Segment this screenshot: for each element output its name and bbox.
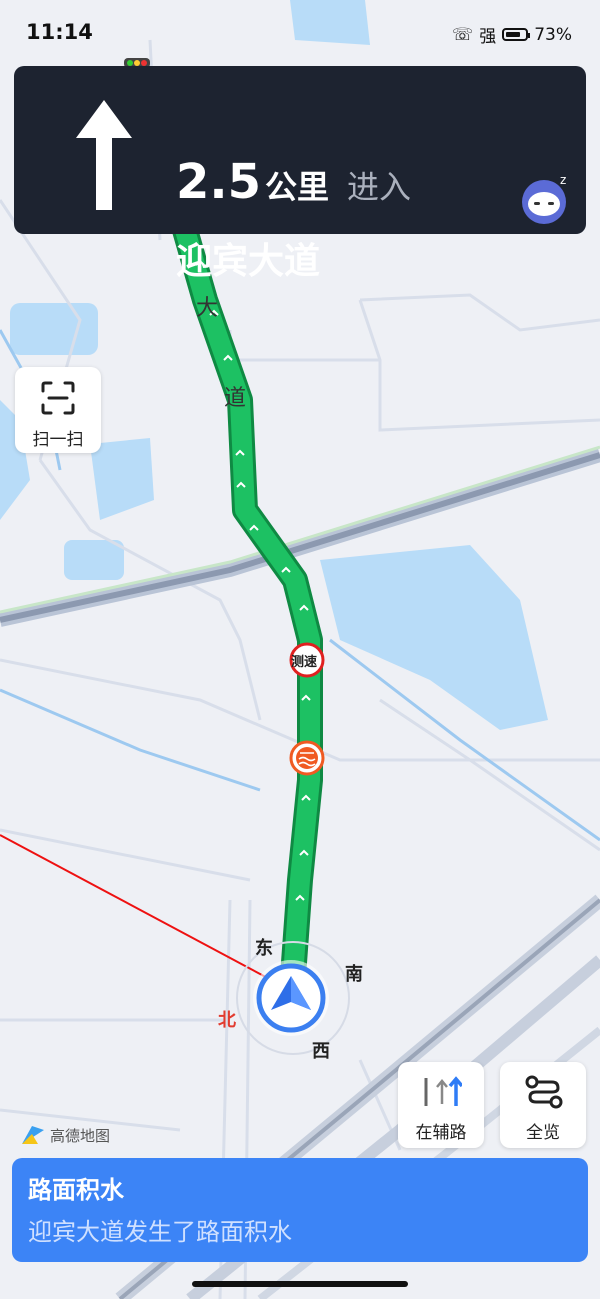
aux-road-icon: [424, 1076, 462, 1106]
compass-south: 南: [345, 964, 363, 985]
road-alert-banner[interactable]: 路面积水 迎宾大道发生了路面积水: [12, 1158, 588, 1262]
scan-button[interactable]: 扫一扫: [15, 367, 101, 453]
voice-assistant-icon[interactable]: z: [516, 170, 574, 228]
aux-road-label: 在辅路: [415, 1123, 467, 1143]
scan-button-label: 扫一扫: [32, 430, 84, 450]
route-overview-icon: [525, 1075, 563, 1109]
action-label: 进入: [347, 168, 412, 206]
home-indicator[interactable]: [192, 1281, 408, 1287]
overview-label: 全览: [526, 1123, 560, 1143]
current-location-icon: [253, 960, 329, 1036]
next-road-name: 迎宾大道: [176, 241, 321, 282]
aux-road-button[interactable]: 在辅路: [398, 1062, 484, 1148]
distance-unit: 公里: [265, 168, 330, 206]
amap-logo: 高德地图: [20, 1124, 110, 1146]
scan-icon: [41, 381, 75, 415]
phone-icon: ☏: [451, 24, 474, 45]
compass-east: 东: [255, 938, 273, 959]
straight-arrow-icon: [76, 100, 132, 210]
distance-line: 2.5 公里 进入: [176, 154, 411, 210]
battery-icon: [502, 28, 531, 41]
speed-camera-label: 测速: [291, 655, 318, 670]
status-bar: 11:14 ☏ 强 73%: [0, 0, 600, 64]
overview-button[interactable]: 全览: [500, 1062, 586, 1148]
amap-logo-text: 高德地图: [50, 1126, 111, 1145]
road-label-dao: 道: [224, 386, 247, 411]
road-label-da: 大: [196, 296, 219, 321]
alert-title: 路面积水: [28, 1176, 124, 1204]
alert-message: 迎宾大道发生了路面积水: [28, 1218, 292, 1246]
flood-warning-icon: [289, 740, 325, 776]
amap-logo-icon: [22, 1126, 44, 1144]
navigation-instruction-card[interactable]: 2.5 公里 进入 迎宾大道 z: [14, 66, 586, 282]
battery-level: 73%: [534, 24, 572, 45]
signal-label: 强: [479, 27, 497, 47]
compass-west: 西: [312, 1041, 330, 1062]
status-time: 11:14: [26, 20, 93, 44]
svg-text:z: z: [560, 173, 566, 187]
status-right: ☏ 强 73%: [451, 22, 572, 48]
distance-value: 2.5: [176, 154, 262, 210]
compass-north: 北: [218, 1010, 236, 1031]
